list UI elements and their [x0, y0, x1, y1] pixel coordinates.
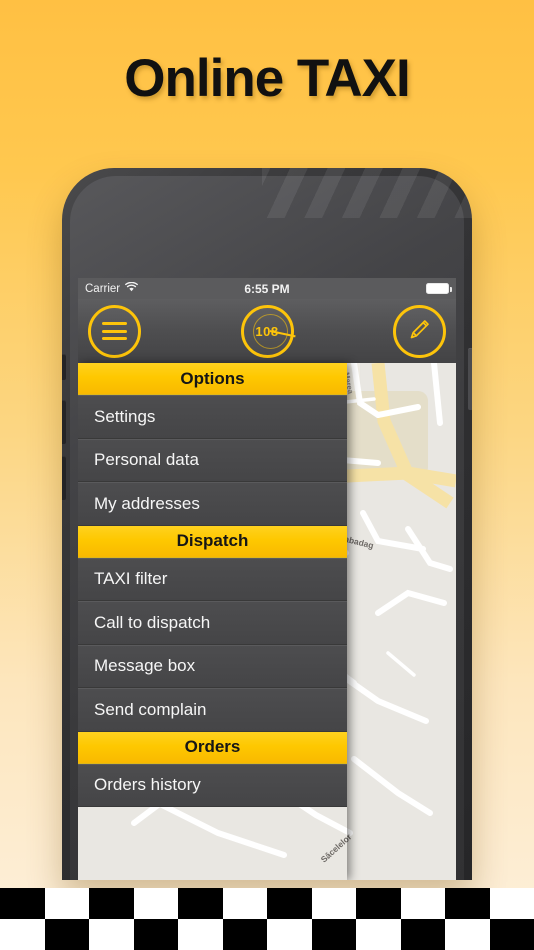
battery-full-icon	[426, 283, 452, 294]
checker-cell	[133, 919, 178, 950]
edit-button[interactable]	[393, 304, 446, 358]
checker-cell	[0, 888, 45, 919]
menu-item-taxi-filter[interactable]: TAXI filter	[78, 557, 347, 601]
checker-cell	[400, 919, 445, 950]
checker-cell	[44, 919, 89, 950]
checker-cell	[44, 888, 89, 919]
status-bar-left: Carrier	[85, 281, 139, 295]
checker-cell	[489, 919, 534, 950]
radar-gauge-icon: 108	[244, 305, 296, 358]
checker-cell	[0, 919, 45, 950]
checker-cell	[133, 888, 178, 919]
status-bar: Carrier 6:55 PM	[78, 278, 456, 299]
checker-cell	[267, 888, 312, 919]
status-bar-right	[426, 283, 452, 294]
checker-cell	[445, 888, 490, 919]
menu-item-call-to-dispatch[interactable]: Call to dispatch	[78, 601, 347, 645]
menu-item-send-complain[interactable]: Send complain	[78, 688, 347, 732]
carrier-label: Carrier	[85, 282, 121, 295]
checker-cell	[311, 888, 356, 919]
checker-cell	[89, 919, 134, 950]
gauge-button[interactable]: 108	[240, 304, 296, 358]
volume-down-button[interactable]	[62, 456, 66, 500]
bezel-sheen	[262, 168, 472, 218]
phone-mockup: Carrier 6:55 PM 108 Marea Babadag Săcele…	[62, 168, 472, 880]
checker-cell	[356, 888, 401, 919]
drawer-section-orders: Orders	[78, 731, 347, 764]
checker-cell	[89, 888, 134, 919]
app-nav-bar: 108	[78, 299, 456, 363]
pencil-edit-icon	[406, 315, 434, 348]
checker-cell	[356, 919, 401, 950]
drawer-section-dispatch: Dispatch	[78, 525, 347, 558]
drawer-section-options: Options	[78, 363, 347, 395]
gauge-value: 108	[255, 323, 279, 339]
checker-cell	[222, 919, 267, 950]
phone-screen: Carrier 6:55 PM 108 Marea Babadag Săcele…	[78, 278, 456, 880]
menu-button[interactable]	[88, 304, 141, 358]
page-title: Online TAXI	[124, 49, 410, 108]
volume-up-button[interactable]	[62, 400, 66, 444]
checker-row	[0, 888, 534, 919]
checker-cell	[178, 919, 223, 950]
checker-cell	[267, 919, 312, 950]
menu-item-orders-history[interactable]: Orders history	[78, 763, 347, 807]
checker-cell	[311, 919, 356, 950]
menu-item-message-box[interactable]: Message box	[78, 644, 347, 688]
menu-item-settings[interactable]: Settings	[78, 395, 347, 439]
side-drawer-menu: Options Settings Personal data My addres…	[78, 363, 347, 880]
wifi-icon	[125, 281, 139, 295]
checker-cell	[178, 888, 223, 919]
mute-switch[interactable]	[62, 354, 66, 380]
checkered-footer	[0, 888, 534, 950]
checker-cell	[445, 919, 490, 950]
menu-item-personal-data[interactable]: Personal data	[78, 438, 347, 482]
hamburger-menu-icon	[102, 322, 127, 340]
checker-cell	[400, 888, 445, 919]
checker-cell	[489, 888, 534, 919]
menu-item-my-addresses[interactable]: My addresses	[78, 482, 347, 526]
checker-cell	[222, 888, 267, 919]
power-button[interactable]	[468, 348, 472, 410]
checker-row	[0, 919, 534, 950]
